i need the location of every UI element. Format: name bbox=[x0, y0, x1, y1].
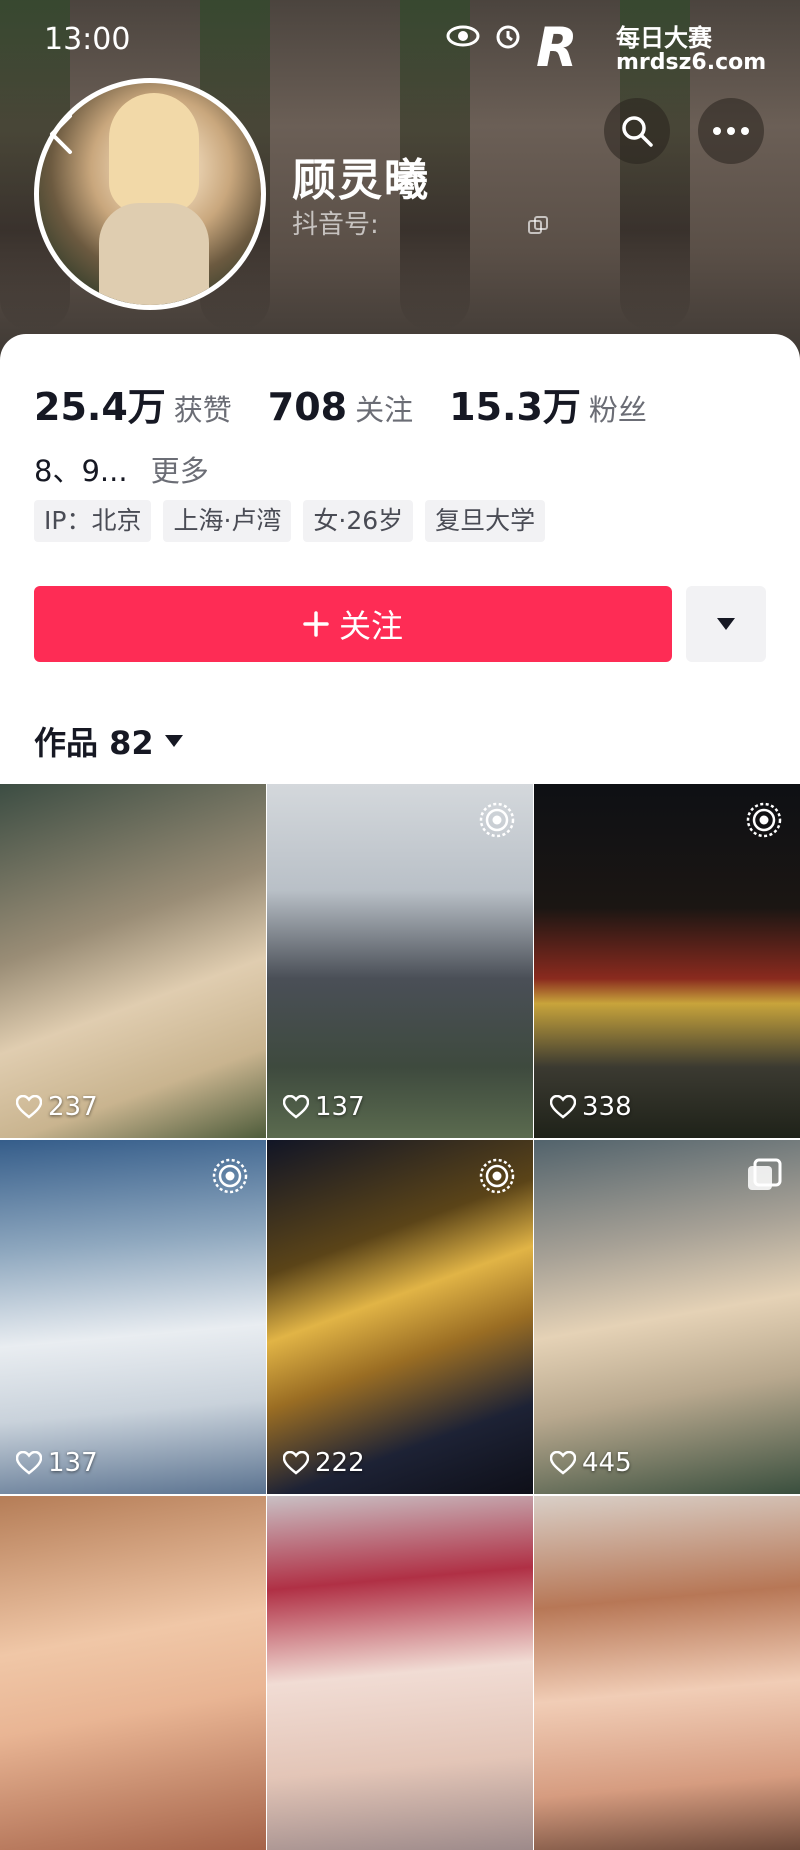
like-count-value: 237 bbox=[48, 1092, 98, 1122]
live-photo-icon bbox=[212, 1158, 248, 1194]
video-thumbnail[interactable] bbox=[534, 1496, 800, 1850]
stat-value: 25.4万 bbox=[34, 385, 166, 429]
heart-icon bbox=[550, 1451, 576, 1475]
avatar-hair bbox=[109, 93, 199, 213]
video-grid: 237 137 338 137 222 445 bbox=[0, 784, 800, 1850]
follow-button-label: 关注 bbox=[338, 607, 403, 645]
status-time: 13:00 bbox=[44, 22, 131, 57]
live-photo-icon bbox=[479, 802, 515, 838]
heart-icon bbox=[283, 1451, 309, 1475]
recommend-dropdown-button[interactable] bbox=[686, 586, 766, 662]
stat-likes[interactable]: 25.4万 获赞 bbox=[34, 376, 232, 431]
follow-button[interactable]: 关注 bbox=[34, 586, 672, 662]
live-photo-icon bbox=[746, 802, 782, 838]
status-icons bbox=[446, 22, 522, 50]
bio-more-link[interactable]: 更多 bbox=[151, 454, 209, 488]
more-icon bbox=[713, 127, 749, 135]
tag-gender-age: 女·26岁 bbox=[303, 500, 414, 542]
search-icon bbox=[622, 116, 653, 147]
stat-following[interactable]: 708 关注 bbox=[268, 385, 413, 429]
video-thumbnail[interactable]: 222 bbox=[267, 1140, 533, 1494]
like-count-value: 338 bbox=[582, 1092, 632, 1122]
stat-followers[interactable]: 15.3万 粉丝 bbox=[449, 376, 647, 431]
more-button[interactable] bbox=[698, 98, 764, 164]
heart-icon bbox=[16, 1095, 42, 1119]
heart-icon bbox=[283, 1095, 309, 1119]
like-count-value: 137 bbox=[48, 1448, 98, 1478]
back-button[interactable] bbox=[46, 112, 90, 160]
copy-icon[interactable] bbox=[527, 215, 549, 237]
stat-label: 粉丝 bbox=[588, 393, 647, 427]
avatar-dress bbox=[99, 203, 209, 305]
video-thumbnail[interactable] bbox=[0, 1496, 266, 1850]
like-count: 445 bbox=[550, 1448, 632, 1478]
profile-header: 13:00 R 每日大赛 mrdsz6.com 顾灵曦 抖音号: bbox=[0, 0, 800, 360]
works-label: 作品 82 bbox=[34, 724, 154, 762]
video-thumbnail[interactable] bbox=[267, 1496, 533, 1850]
like-count-value: 445 bbox=[582, 1448, 632, 1478]
video-thumbnail[interactable]: 338 bbox=[534, 784, 800, 1138]
like-count-value: 137 bbox=[315, 1092, 365, 1122]
heart-icon bbox=[16, 1451, 42, 1475]
stat-value: 15.3万 bbox=[449, 385, 581, 429]
video-thumbnail[interactable]: 137 bbox=[0, 1140, 266, 1494]
caret-down-icon bbox=[164, 735, 183, 747]
video-thumbnail[interactable]: 445 bbox=[534, 1140, 800, 1494]
watermark-logo: R bbox=[536, 16, 578, 79]
tab-works[interactable]: 作品 82 bbox=[34, 718, 184, 764]
profile-name: 顾灵曦 bbox=[292, 155, 430, 206]
like-count-value: 222 bbox=[315, 1448, 365, 1478]
like-count: 137 bbox=[283, 1092, 365, 1122]
tag-ip-location: IP：北京 bbox=[34, 500, 152, 542]
watermark: R 每日大赛 mrdsz6.com bbox=[536, 10, 790, 90]
search-button[interactable] bbox=[604, 98, 670, 164]
profile-stats: 25.4万 获赞 708 关注 15.3万 粉丝 bbox=[34, 376, 683, 431]
like-count: 222 bbox=[283, 1448, 365, 1478]
plus-icon bbox=[303, 611, 329, 637]
watermark-url: mrdsz6.com bbox=[616, 50, 767, 75]
stat-label: 关注 bbox=[355, 393, 414, 427]
tag-school[interactable]: 复旦大学 bbox=[425, 500, 546, 542]
chevron-left-icon bbox=[50, 114, 72, 154]
like-count: 237 bbox=[16, 1092, 98, 1122]
bio-text: 8、9... bbox=[34, 454, 128, 488]
live-photo-icon bbox=[479, 1158, 515, 1194]
douyin-id[interactable]: 抖音号: bbox=[292, 204, 549, 241]
heart-icon bbox=[550, 1095, 576, 1119]
profile-tags: IP：北京 上海·卢湾 女·26岁 复旦大学 bbox=[34, 500, 546, 542]
video-thumbnail[interactable]: 137 bbox=[267, 784, 533, 1138]
watermark-title: 每日大赛 bbox=[616, 24, 712, 52]
like-count: 338 bbox=[550, 1092, 632, 1122]
caret-down-icon bbox=[717, 618, 735, 630]
tag-location[interactable]: 上海·卢湾 bbox=[163, 500, 292, 542]
douyin-id-label: 抖音号: bbox=[292, 210, 379, 240]
video-thumbnail[interactable]: 237 bbox=[0, 784, 266, 1138]
alarm-icon bbox=[496, 25, 520, 49]
stat-label: 获赞 bbox=[173, 393, 232, 427]
bio: 8、9... 更多 bbox=[34, 448, 209, 490]
multi-image-icon bbox=[748, 1158, 782, 1190]
stat-value: 708 bbox=[267, 385, 348, 429]
like-count: 137 bbox=[16, 1448, 98, 1478]
eye-icon bbox=[446, 25, 480, 47]
